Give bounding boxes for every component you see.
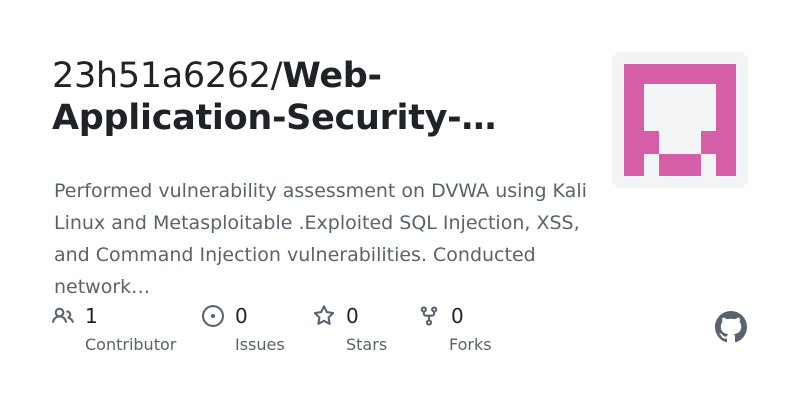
repo-name-line2: Application-Security-…	[52, 98, 497, 138]
github-mark-icon[interactable]	[715, 311, 747, 343]
people-icon	[52, 307, 74, 323]
repo-stats: 1 Contributor 0 Issues 0 Stars 0 Forks	[0, 303, 600, 363]
issues-count: 0	[235, 304, 248, 328]
repo-owner: 23h51a6262	[52, 56, 271, 96]
repo-separator: /	[270, 56, 283, 96]
contributors-count: 1	[85, 304, 98, 328]
repo-title[interactable]: 23h51a6262/Web- Application-Security-…	[52, 55, 592, 139]
issues-label: Issues	[235, 335, 285, 354]
repo-description: Performed vulnerability assessment on DV…	[54, 180, 587, 298]
repo-forked-icon	[420, 306, 438, 326]
forks-label: Forks	[449, 335, 492, 354]
repo-name-line1: Web-	[282, 56, 382, 96]
contributors-label: Contributor	[85, 335, 177, 354]
forks-count: 0	[451, 304, 464, 328]
stars-count: 0	[346, 304, 359, 328]
issue-opened-icon	[202, 305, 224, 327]
repo-social-card: 23h51a6262/Web- Application-Security-… Pe…	[0, 0, 800, 400]
owner-avatar[interactable]	[612, 52, 748, 188]
stars-label: Stars	[346, 335, 388, 354]
identicon-icon	[612, 52, 748, 188]
star-icon	[313, 305, 335, 325]
